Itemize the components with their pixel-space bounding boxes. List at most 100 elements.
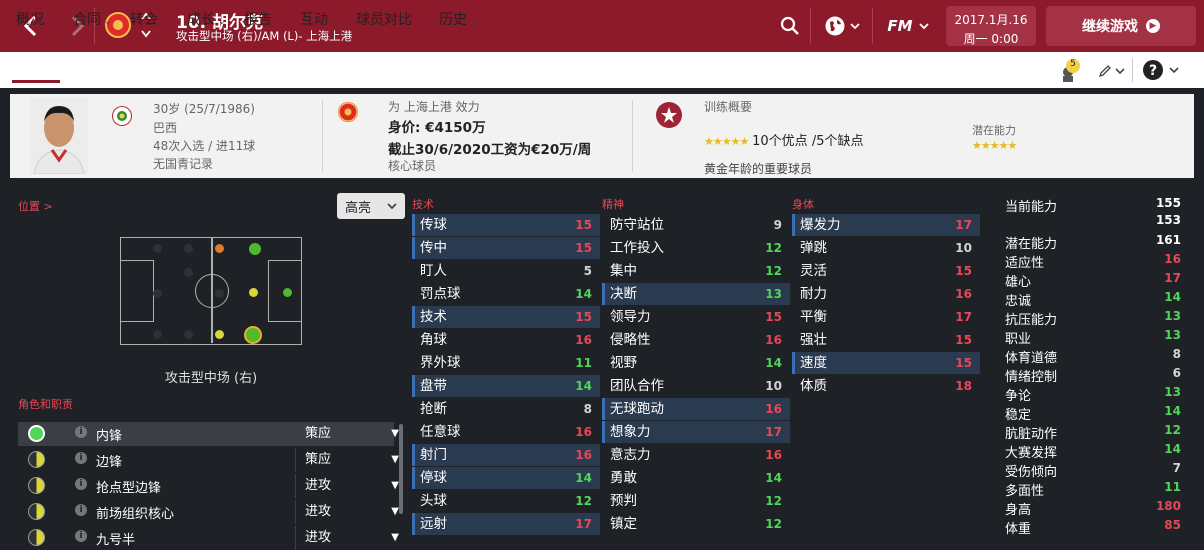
player-nation[interactable]: 巴西	[153, 119, 177, 136]
personal-attribute-row[interactable]: 适应性 16	[1005, 252, 1185, 271]
personal-attribute-row[interactable]: 情绪控制 6	[1005, 366, 1185, 385]
personal-attribute-row[interactable]: 争论 13	[1005, 385, 1185, 404]
role-row[interactable]: i 前场组织核心 进攻 ▼	[18, 500, 399, 524]
personal-attribute-row[interactable]: 身高 180	[1005, 499, 1185, 518]
attribute-row[interactable]: 团队合作 10	[602, 375, 790, 397]
attribute-row[interactable]: 任意球 16	[412, 421, 600, 443]
duty-select[interactable]: 策应 ▼	[295, 448, 411, 472]
age-status: 黄金年龄的重要球员	[704, 162, 813, 176]
attr-value: 7	[1172, 461, 1181, 475]
continue-button[interactable]: 继续游戏 ▶	[1046, 6, 1196, 46]
personal-attribute-row[interactable]: 职业 13	[1005, 328, 1185, 347]
chevron-down-icon[interactable]	[140, 28, 152, 41]
attribute-row[interactable]: 侵略性 16	[602, 329, 790, 351]
tab-overview[interactable]: 概况 ⌄	[16, 9, 55, 29]
tab-contract[interactable]: 合同 ⌄	[73, 9, 112, 29]
attribute-row[interactable]: 领导力 15	[602, 306, 790, 328]
attribute-row[interactable]: 抢断 8	[412, 398, 600, 420]
attr-value: 14	[1164, 442, 1181, 456]
attribute-row[interactable]: 传中 15	[412, 237, 600, 259]
attribute-row[interactable]: 角球 16	[412, 329, 600, 351]
duty-select[interactable]: 进攻 ▼	[295, 474, 411, 498]
tab-transfer[interactable]: 转会 ⌄	[130, 9, 169, 29]
position-link[interactable]: 位置 >	[18, 198, 53, 214]
attribute-row[interactable]: 体质 18	[792, 375, 980, 397]
attribute-row[interactable]: 界外球 11	[412, 352, 600, 374]
info-icon[interactable]: i	[75, 452, 87, 464]
personal-attribute-row[interactable]: 忠诚 14	[1005, 290, 1185, 309]
role-row[interactable]: i 九号半 进攻 ▼	[18, 526, 399, 550]
personal-attribute-row[interactable]: 多面性 11	[1005, 480, 1185, 499]
search-icon[interactable]	[774, 10, 806, 42]
attribute-row[interactable]: 灵活 15	[792, 260, 980, 282]
roles-scrollbar[interactable]	[399, 424, 403, 514]
personal-attribute-row[interactable]: 体重 85	[1005, 518, 1185, 537]
club-badge-icon[interactable]	[338, 102, 358, 122]
info-icon[interactable]: i	[75, 426, 87, 438]
info-icon[interactable]: i	[75, 478, 87, 490]
personal-attribute-row[interactable]: 肮脏动作 12	[1005, 423, 1185, 442]
attribute-row[interactable]: 速度 15	[792, 352, 980, 374]
tab-development[interactable]: 成长 ⌄	[187, 9, 226, 29]
attr-name: 爆发力	[800, 217, 841, 233]
tab-compare[interactable]: 球员对比 ⌄	[356, 9, 423, 29]
attribute-row[interactable]: 想象力 17	[602, 421, 790, 443]
highlight-dropdown[interactable]: 高亮	[337, 193, 405, 219]
scout-icon[interactable]: 5	[1058, 58, 1088, 84]
personal-attribute-row[interactable]: 体育道德 8	[1005, 347, 1185, 366]
tab-reports[interactable]: 报告 ⌄	[244, 9, 283, 29]
personal-attribute-row[interactable]: 雄心 17	[1005, 271, 1185, 290]
personal-attribute-row[interactable]: 受伤倾向 7	[1005, 461, 1185, 480]
attribute-row[interactable]: 意志力 16	[602, 444, 790, 466]
role-row[interactable]: i 内锋 策应 ▼	[18, 422, 399, 446]
attribute-row[interactable]: 工作投入 12	[602, 237, 790, 259]
tab-history[interactable]: 历史 ⌄	[439, 9, 478, 29]
personal-attribute-row[interactable]: 抗压能力 13	[1005, 309, 1185, 328]
position-pitch	[120, 237, 302, 345]
attribute-row[interactable]: 盘带 14	[412, 375, 600, 397]
attribute-row[interactable]: 弹跳 10	[792, 237, 980, 259]
attr-value: 8	[1172, 347, 1181, 361]
duty-select[interactable]: 进攻 ▼	[295, 500, 411, 524]
attribute-row[interactable]: 技术 15	[412, 306, 600, 328]
edit-icon[interactable]	[1098, 60, 1126, 82]
attribute-row[interactable]: 爆发力 17	[792, 214, 980, 236]
attribute-row[interactable]: 集中 12	[602, 260, 790, 282]
duty-select[interactable]: 策应 ▼	[295, 422, 411, 446]
attribute-row[interactable]: 决断 13	[602, 283, 790, 305]
attribute-row[interactable]: 镇定 12	[602, 513, 790, 535]
attr-value: 15	[765, 310, 782, 324]
attribute-row[interactable]: 传球 15	[412, 214, 600, 236]
attribute-row[interactable]: 无球跑动 16	[602, 398, 790, 420]
role-row[interactable]: i 抢点型边锋 进攻 ▼	[18, 474, 399, 498]
attribute-row[interactable]: 视野 14	[602, 352, 790, 374]
nation-flag-icon[interactable]	[112, 106, 132, 126]
training-star-icon[interactable]	[656, 102, 682, 128]
personal-attribute-row[interactable]: 大赛发挥 14	[1005, 442, 1185, 461]
attribute-row[interactable]: 勇敢 14	[602, 467, 790, 489]
fm-menu-button[interactable]: FM	[880, 10, 936, 42]
info-icon[interactable]: i	[75, 504, 87, 516]
personal-attribute-row[interactable]: 潜在能力 161	[1005, 233, 1185, 252]
game-date[interactable]: 2017.1月.16 周一 0:00	[946, 6, 1036, 46]
attribute-row[interactable]: 头球 12	[412, 490, 600, 512]
attribute-row[interactable]: 远射 17	[412, 513, 600, 535]
attribute-row[interactable]: 射门 16	[412, 444, 600, 466]
duty-select[interactable]: 进攻 ▼	[295, 526, 411, 550]
tab-interaction[interactable]: 互动 ⌄	[300, 9, 339, 29]
globe-icon[interactable]	[818, 10, 866, 42]
attribute-row[interactable]: 罚点球 14	[412, 283, 600, 305]
help-icon[interactable]: ?	[1142, 58, 1188, 82]
attribute-row[interactable]: 预判 12	[602, 490, 790, 512]
attribute-row[interactable]: 耐力 16	[792, 283, 980, 305]
attribute-row[interactable]: 强壮 15	[792, 329, 980, 351]
attribute-row[interactable]: 防守站位 9	[602, 214, 790, 236]
chevron-down-icon: ⌄	[161, 17, 169, 27]
attribute-row[interactable]: 停球 14	[412, 467, 600, 489]
info-icon[interactable]: i	[75, 530, 87, 542]
personal-attribute-row[interactable]: 稳定 14	[1005, 404, 1185, 423]
attribute-row[interactable]: 盯人 5	[412, 260, 600, 282]
attr-name: 受伤倾向	[1005, 465, 1058, 480]
role-row[interactable]: i 边锋 策应 ▼	[18, 448, 399, 472]
attribute-row[interactable]: 平衡 17	[792, 306, 980, 328]
